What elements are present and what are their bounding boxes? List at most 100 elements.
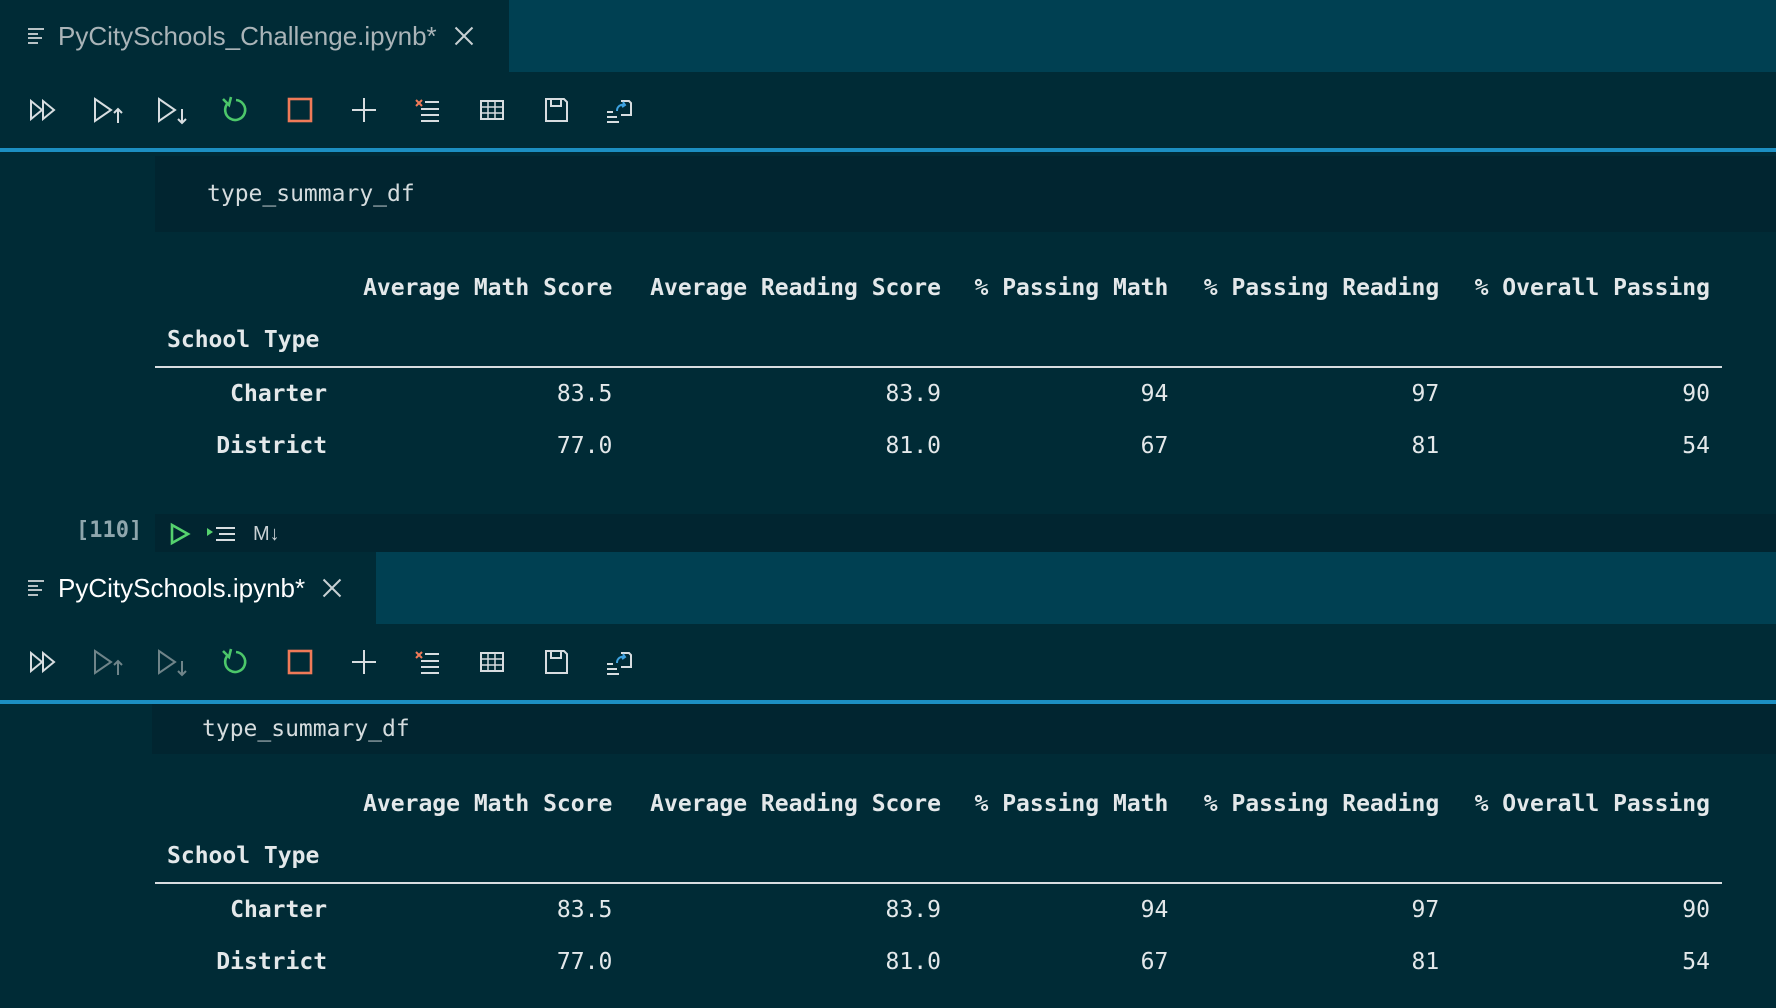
- table-cell: 83.5: [556, 897, 613, 923]
- table-cell: 83.5: [556, 381, 613, 407]
- run-below-icon: [158, 97, 187, 125]
- table-cell: 54: [1682, 949, 1710, 975]
- save-icon: [545, 650, 568, 674]
- tab-pycityschools[interactable]: PyCitySchools.ipynb*: [0, 552, 376, 624]
- restart-icon: [222, 96, 247, 122]
- restart-icon: [222, 648, 247, 674]
- table-header-blank: [155, 778, 339, 830]
- export-button[interactable]: [588, 638, 652, 686]
- markdown-toggle[interactable]: M↓: [253, 523, 280, 546]
- plus-icon: [352, 650, 376, 674]
- table-cell: 97: [1411, 897, 1440, 923]
- table-row: District 77.0 81.0 67 81 54: [155, 420, 1722, 472]
- table-cell: 77.0: [556, 949, 613, 975]
- run-all-icon: [30, 98, 56, 122]
- run-by-line-button[interactable]: [205, 523, 239, 545]
- table-cell: 83.9: [885, 897, 941, 923]
- restart-kernel-button[interactable]: [204, 86, 268, 134]
- run-above-button[interactable]: [76, 638, 140, 686]
- row-label: District: [216, 433, 328, 459]
- table-cell: 54: [1682, 433, 1710, 459]
- table-grid-icon: [480, 652, 504, 672]
- save-button[interactable]: [524, 86, 588, 134]
- dataframe-output: Average Math Score Average Reading Score…: [155, 262, 1722, 472]
- row-label: Charter: [230, 381, 328, 407]
- table-header: % Overall Passing: [1474, 791, 1710, 817]
- dataframe-output: Average Math Score Average Reading Score…: [155, 778, 1722, 988]
- close-icon[interactable]: [321, 577, 343, 599]
- run-below-button[interactable]: [140, 638, 204, 686]
- table-cell: 94: [1140, 381, 1169, 407]
- clear-outputs-button[interactable]: [396, 86, 460, 134]
- add-cell-button[interactable]: [332, 86, 396, 134]
- add-cell-button[interactable]: [332, 638, 396, 686]
- run-all-button[interactable]: [12, 86, 76, 134]
- stop-square-icon: [287, 97, 313, 123]
- export-button[interactable]: [588, 86, 652, 134]
- table-cell: 67: [1140, 433, 1169, 459]
- index-name: School Type: [167, 327, 320, 353]
- top-notebook-pane: PyCitySchools_Challenge.ipynb* type_summ…: [0, 0, 1776, 554]
- tab-bar: PyCitySchools_Challenge.ipynb*: [0, 0, 1776, 72]
- table-cell: 77.0: [556, 433, 613, 459]
- tab-bar: PyCitySchools.ipynb*: [0, 552, 1776, 624]
- next-cell-header: [110] M↓: [0, 514, 1776, 554]
- bottom-notebook-pane: PyCitySchools.ipynb* type_summary_df Ave…: [0, 552, 1776, 1008]
- table-header-row: Average Math Score Average Reading Score…: [155, 262, 1722, 314]
- clear-outputs-icon: [415, 651, 439, 674]
- code-cell[interactable]: type_summary_df: [155, 156, 1776, 232]
- table-header-blank: [155, 262, 339, 314]
- table-header-row: Average Math Score Average Reading Score…: [155, 778, 1722, 830]
- index-name: School Type: [167, 843, 320, 869]
- table-header: Average Math Score: [363, 791, 613, 817]
- run-below-icon: [158, 649, 187, 677]
- tab-title: PyCitySchools_Challenge.ipynb*: [58, 20, 437, 51]
- code-cell[interactable]: type_summary_df: [152, 704, 1776, 754]
- export-icon: [607, 100, 632, 123]
- table-row: Charter 83.5 83.9 94 97 90: [155, 367, 1722, 420]
- file-lines-icon: [28, 580, 44, 596]
- table-cell: 83.9: [885, 381, 941, 407]
- table-cell: 94: [1140, 897, 1169, 923]
- restart-kernel-button[interactable]: [204, 638, 268, 686]
- table-header: Average Reading Score: [650, 791, 941, 817]
- save-button[interactable]: [524, 638, 588, 686]
- code-text: type_summary_df: [207, 181, 415, 207]
- table-header: % Overall Passing: [1474, 275, 1710, 301]
- variables-button[interactable]: [460, 638, 524, 686]
- index-name-row: School Type: [155, 314, 1722, 367]
- cell-toolbar: M↓: [155, 514, 1776, 554]
- table-cell: 90: [1682, 897, 1710, 923]
- tab-pycityschools-challenge[interactable]: PyCitySchools_Challenge.ipynb*: [0, 0, 509, 72]
- notebook-toolbar: [0, 72, 1776, 152]
- file-lines-icon: [28, 28, 44, 44]
- close-icon[interactable]: [453, 25, 475, 47]
- clear-outputs-icon: [415, 99, 439, 122]
- run-all-icon: [30, 650, 56, 674]
- run-all-button[interactable]: [12, 638, 76, 686]
- run-below-button[interactable]: [140, 86, 204, 134]
- table-grid-icon: [480, 100, 504, 120]
- run-above-button[interactable]: [76, 86, 140, 134]
- interrupt-kernel-button[interactable]: [268, 86, 332, 134]
- table-header: % Passing Math: [974, 791, 1169, 817]
- play-icon: [170, 522, 191, 546]
- table-row: District 77.0 81.0 67 81 54: [155, 936, 1722, 988]
- run-above-icon: [94, 97, 123, 123]
- table-header: Average Math Score: [363, 275, 613, 301]
- variables-button[interactable]: [460, 86, 524, 134]
- run-above-icon: [94, 649, 123, 675]
- run-cell-button[interactable]: [169, 522, 191, 546]
- table-header: % Passing Math: [974, 275, 1169, 301]
- save-icon: [545, 98, 568, 122]
- table-row: Charter 83.5 83.9 94 97 90: [155, 883, 1722, 936]
- row-label: District: [216, 949, 328, 975]
- clear-outputs-button[interactable]: [396, 638, 460, 686]
- interrupt-kernel-button[interactable]: [268, 638, 332, 686]
- table-cell: 90: [1682, 381, 1710, 407]
- table-cell: 67: [1140, 949, 1169, 975]
- code-text: type_summary_df: [202, 716, 410, 742]
- table-header: % Passing Reading: [1203, 275, 1440, 301]
- table-header: Average Reading Score: [650, 275, 941, 301]
- table-cell: 81: [1411, 433, 1440, 459]
